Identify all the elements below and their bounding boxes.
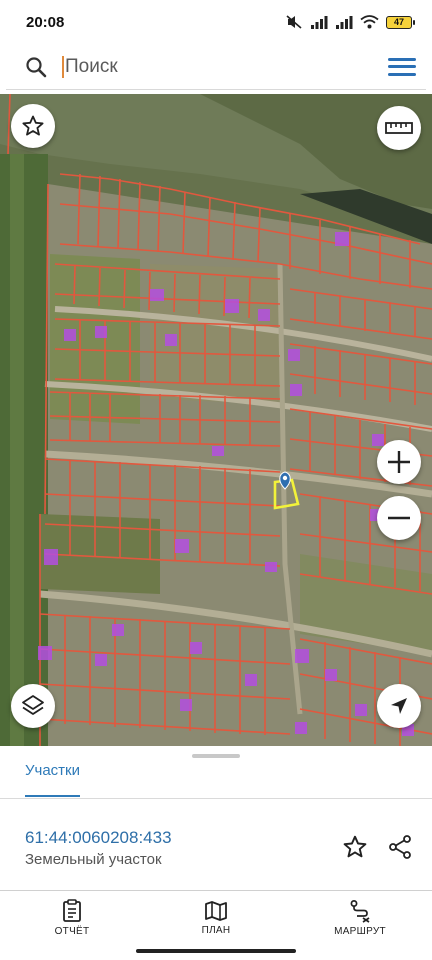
satellite-map[interactable] [0,94,432,746]
search-bar [0,44,432,94]
nav-plan[interactable]: ПЛАН [144,891,288,944]
my-location-button[interactable] [377,684,421,728]
layers-icon [22,695,44,715]
search-input[interactable] [65,55,325,78]
search-field-container [6,44,426,90]
favorite-map-button[interactable] [11,104,55,148]
system-gesture-bar [0,944,432,960]
status-bar: 20:08 47 [0,0,432,44]
nav-route[interactable]: МАРШРУТ [288,891,432,944]
share-button[interactable] [387,834,413,865]
map-view[interactable] [0,94,432,746]
wifi-icon [360,15,379,29]
minus-icon [388,516,410,520]
share-icon [389,835,411,859]
parcel-bottom-sheet: Участки 61:44:0060208:433 Земельный учас… [0,746,432,890]
battery-level: 47 [393,17,404,27]
zoom-in-button[interactable] [377,440,421,484]
battery-icon: 47 [386,15,415,29]
favorite-parcel-button[interactable] [342,834,368,865]
parcel-type: Земельный участок [25,851,162,868]
home-indicator[interactable] [136,949,296,953]
route-icon [350,899,370,923]
ruler-icon [385,122,413,134]
text-cursor [62,55,64,78]
plus-icon [388,451,410,473]
star-icon [343,835,367,858]
status-time: 20:08 [26,13,65,31]
status-icons: 47 [285,14,415,30]
star-icon [22,115,44,136]
report-icon [63,898,81,922]
hamburger-menu-icon[interactable] [388,56,416,78]
signal-icon [311,16,328,29]
nav-report[interactable]: ОТЧЁТ [0,891,144,944]
mute-icon [286,15,302,29]
parcel-cadastral-number[interactable]: 61:44:0060208:433 [25,828,172,848]
bottom-navigation: ОТЧЁТ ПЛАН МАРШРУТ [0,890,432,944]
map-plan-icon [205,900,227,921]
nav-report-label: ОТЧЁТ [54,925,90,937]
search-icon[interactable] [14,56,58,78]
app-screen: 20:08 47 Поиск Участки 61:44:0060208:433… [0,0,432,960]
zoom-out-button[interactable] [377,496,421,540]
sheet-divider [0,798,432,799]
measure-button[interactable] [377,106,421,150]
nav-plan-label: ПЛАН [201,924,231,936]
navigation-arrow-icon [391,698,407,714]
signal-icon [336,16,353,29]
tab-parcels[interactable]: Участки [25,762,80,797]
nav-route-label: МАРШРУТ [334,925,386,937]
sheet-drag-handle[interactable] [192,754,240,758]
layers-button[interactable] [11,684,55,728]
